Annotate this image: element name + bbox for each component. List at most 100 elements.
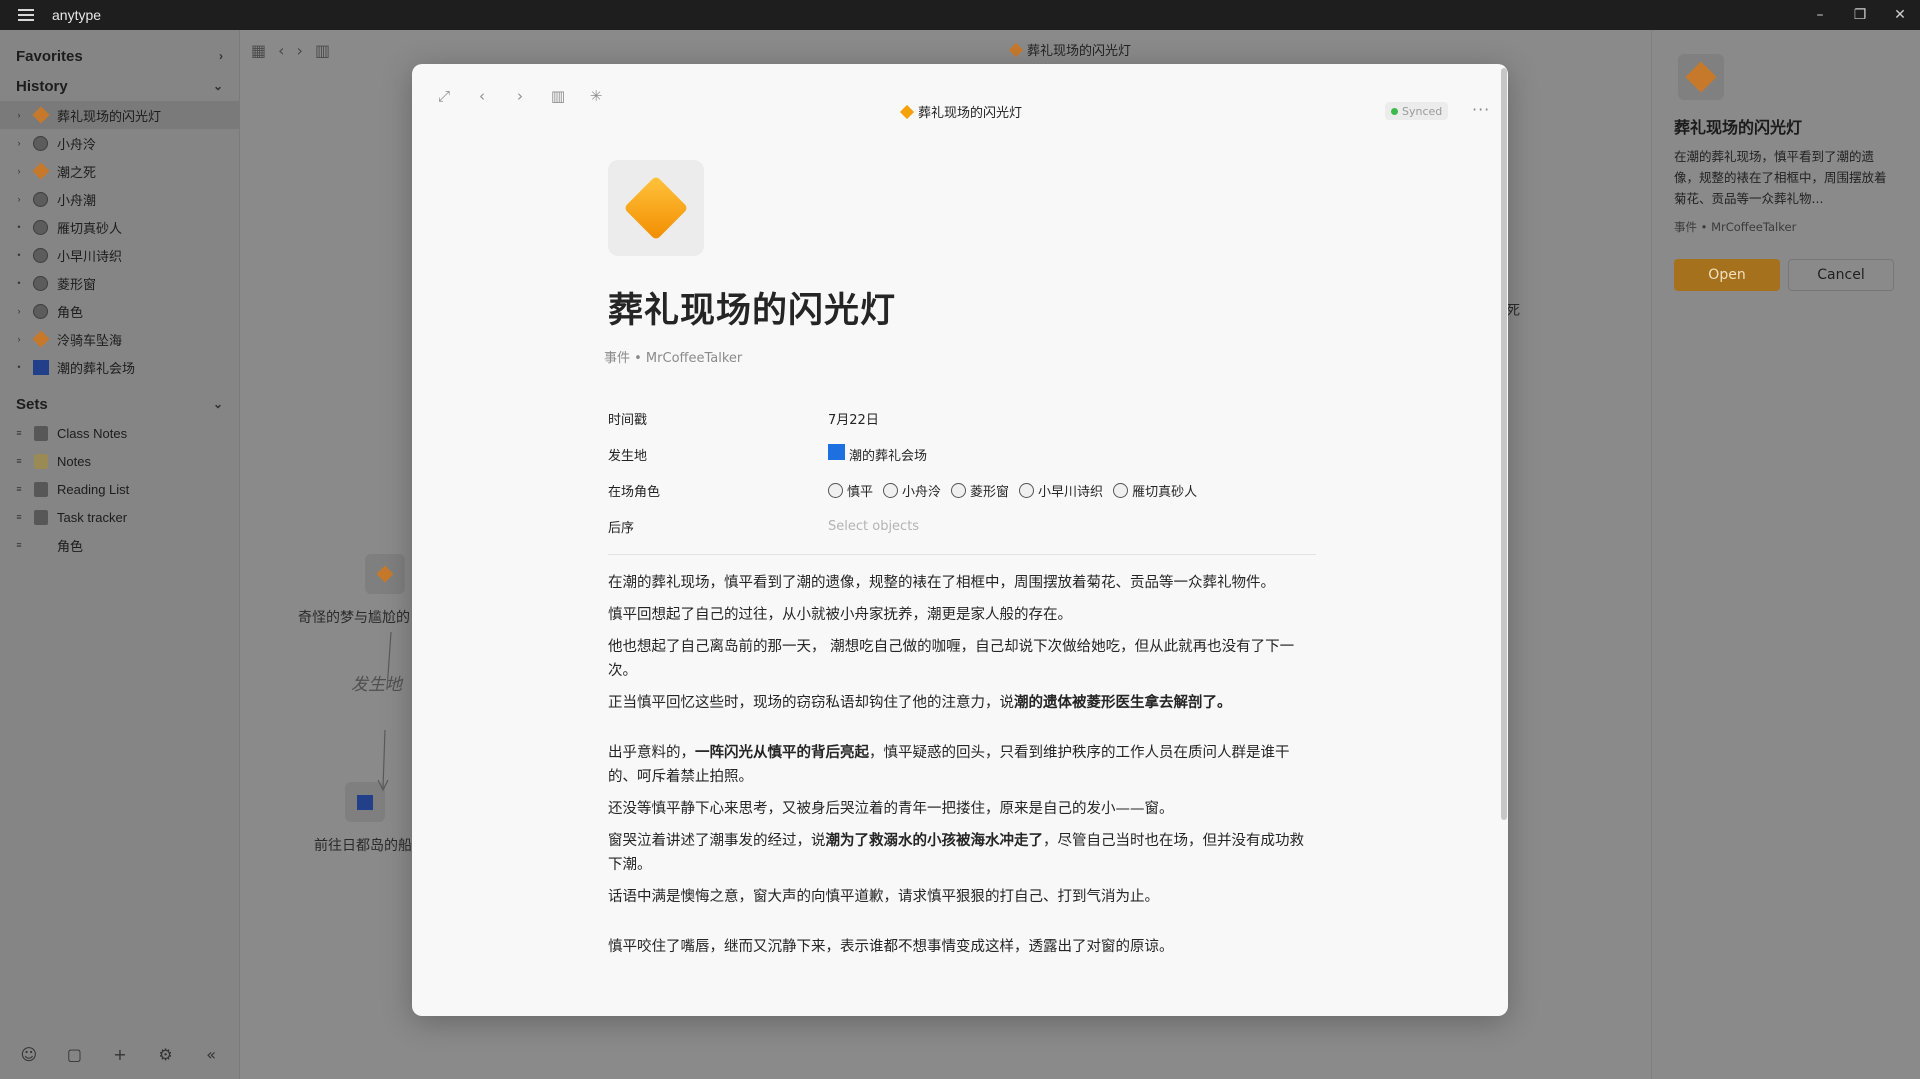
- paragraph[interactable]: 话语中满是懊悔之意，窗大声的向慎平道歉，请求慎平狠狠的打自己、打到气消为止。: [608, 885, 1318, 909]
- book-icon: [33, 425, 48, 441]
- back-icon[interactable]: ‹: [472, 86, 492, 106]
- expand-icon[interactable]: ⤢: [434, 86, 454, 106]
- sidebar-set-item[interactable]: ≡ Reading List: [0, 475, 239, 503]
- sidebar-history-item[interactable]: • 小早川诗织: [0, 241, 239, 269]
- sidebar-item-label: Notes: [57, 453, 91, 469]
- sidebar-history-item[interactable]: › 葬礼现场的闪光灯: [0, 101, 239, 129]
- back-icon[interactable]: ‹: [278, 41, 284, 60]
- history-header[interactable]: History ⌄: [0, 71, 239, 101]
- grid-icon[interactable]: ▦: [251, 41, 266, 60]
- sidebar-set-item[interactable]: ≡ Notes: [0, 447, 239, 475]
- divider: [608, 554, 1316, 555]
- restore-icon[interactable]: ❐: [1840, 0, 1880, 30]
- graph-node-event[interactable]: [365, 554, 405, 594]
- preview-panel: 葬礼现场的闪光灯 在潮的葬礼现场，慎平看到了潮的遗像，规整的裱在了相框中，周围摆…: [1651, 30, 1920, 1079]
- text-span: 正当慎平回忆这些时，现场的窃窃私语却钩住了他的注意力，说: [608, 695, 1014, 711]
- relation-value[interactable]: 7月22日: [828, 409, 879, 428]
- sidebar-item-label: 泠骑车坠海: [57, 332, 123, 348]
- sync-status-badge[interactable]: Synced: [1385, 102, 1449, 120]
- character-chip[interactable]: 雁切真砂人: [1113, 481, 1197, 500]
- profile-icon[interactable]: ☺: [19, 1044, 39, 1064]
- close-icon[interactable]: ✕: [1880, 0, 1920, 30]
- sidebar-history-item[interactable]: › 泠骑车坠海: [0, 325, 239, 353]
- open-button[interactable]: Open: [1674, 259, 1780, 291]
- bold-text: 潮的遗体被菱形医生拿去解剖了。: [1014, 695, 1232, 711]
- avatar-icon: [33, 247, 48, 263]
- expand-arrow-icon[interactable]: ›: [14, 306, 24, 316]
- sidebar-set-item[interactable]: ≡ Task tracker: [0, 503, 239, 531]
- document-meta: 事件 • MrCoffeeTalker: [604, 351, 743, 366]
- panel-icon[interactable]: ▥: [315, 41, 330, 60]
- sidebar-history-item[interactable]: › 角色: [0, 297, 239, 325]
- expand-arrow-icon[interactable]: ›: [14, 138, 24, 148]
- paragraph[interactable]: 窗哭泣着讲述了潮事发的经过，说潮为了救溺水的小孩被海水冲走了，尽管自己当时也在场…: [608, 829, 1318, 877]
- select-objects-placeholder[interactable]: Select objects: [828, 519, 919, 534]
- bullet-icon[interactable]: •: [14, 250, 24, 260]
- expand-arrow-icon[interactable]: ›: [14, 334, 24, 344]
- avatar-icon: [883, 482, 899, 498]
- document-title[interactable]: 葬礼现场的闪光灯: [608, 282, 1318, 333]
- character-chip[interactable]: 菱形窗: [951, 481, 1009, 500]
- bullet-icon[interactable]: •: [14, 362, 24, 372]
- main-title-text: 葬礼现场的闪光灯: [1027, 44, 1132, 59]
- plus-icon[interactable]: +: [110, 1044, 130, 1064]
- expand-arrow-icon[interactable]: ›: [14, 110, 24, 120]
- sidebar-toggle-icon[interactable]: ▥: [548, 86, 568, 106]
- menu-button[interactable]: [0, 9, 52, 21]
- collapse-icon[interactable]: «: [201, 1044, 221, 1064]
- character-name: 小早川诗织: [1038, 484, 1104, 500]
- paragraph[interactable]: 慎平咬住了嘴唇，继而又沉静下来，表示谁都不想事情变成这样，透露出了对窗的原谅。: [608, 935, 1318, 959]
- avatar-icon: [33, 135, 48, 151]
- relation-location[interactable]: 发生地 潮的葬礼会场: [608, 436, 1318, 472]
- gear-icon[interactable]: ⚙: [156, 1044, 176, 1064]
- scrollbar[interactable]: [1501, 68, 1507, 820]
- forward-icon[interactable]: ›: [510, 86, 530, 106]
- document-icon[interactable]: [608, 160, 704, 256]
- paragraph[interactable]: 慎平回想起了自己的过往，从小就被小舟家抚养，潮更是家人般的存在。: [608, 603, 1318, 627]
- expand-arrow-icon[interactable]: ›: [14, 194, 24, 204]
- bullet-icon[interactable]: •: [14, 278, 24, 288]
- sets-header[interactable]: Sets ⌄: [0, 389, 239, 419]
- character-chip[interactable]: 慎平: [828, 481, 873, 500]
- expand-arrow-icon[interactable]: ›: [14, 166, 24, 176]
- document-body[interactable]: 在潮的葬礼现场，慎平看到了潮的遗像，规整的裱在了相框中，周围摆放着菊花、贡品等一…: [608, 571, 1318, 959]
- paragraph[interactable]: 在潮的葬礼现场，慎平看到了潮的遗像，规整的裱在了相框中，周围摆放着菊花、贡品等一…: [608, 571, 1318, 595]
- character-name: 雁切真砂人: [1132, 484, 1198, 500]
- sidebar-history-item[interactable]: • 菱形窗: [0, 269, 239, 297]
- sidebar-history-item[interactable]: › 小舟潮: [0, 185, 239, 213]
- graph-edge-line: [377, 631, 392, 792]
- sidebar-set-item[interactable]: ≡ Class Notes: [0, 419, 239, 447]
- relation-next[interactable]: 后序 Select objects: [608, 508, 1318, 544]
- favorites-header[interactable]: Favorites ›: [0, 41, 239, 71]
- forward-icon[interactable]: ›: [297, 41, 303, 60]
- sidebar: Favorites › History ⌄ › 葬礼现场的闪光灯 › 小舟泠 › 潮之死 ›…: [0, 30, 240, 1079]
- sidebar-history-item[interactable]: • 潮的葬礼会场: [0, 353, 239, 381]
- paragraph[interactable]: 出乎意料的，一阵闪光从慎平的背后亮起，慎平疑惑的回头，只看到维护秩序的工作人员在…: [608, 741, 1318, 789]
- character-chip[interactable]: 小舟泠: [883, 481, 941, 500]
- preview-icon: [1678, 54, 1724, 100]
- sidebar-set-item[interactable]: ≡ 角色: [0, 531, 239, 559]
- sidebar-history-item[interactable]: • 雁切真砂人: [0, 213, 239, 241]
- sidebar-item-label: 角色: [57, 538, 84, 554]
- graph-icon[interactable]: ✳: [586, 86, 606, 106]
- avatar-icon: [1019, 482, 1035, 498]
- sidebar-history-item[interactable]: › 潮之死: [0, 157, 239, 185]
- relation-value[interactable]: 潮的葬礼会场: [828, 444, 927, 464]
- paragraph[interactable]: 还没等慎平静下心来思考，又被身后哭泣着的青年一把搂住，原来是自己的发小——窗。: [608, 797, 1318, 821]
- paragraph[interactable]: 他也想起了自己离岛前的那一天， 潮想吃自己做的咖喱，自己却说下次做给她吃，但从此…: [608, 635, 1318, 683]
- more-button[interactable]: ···: [1472, 100, 1490, 119]
- sidebar-item-label: 角色: [57, 304, 84, 320]
- relation-characters[interactable]: 在场角色 慎平 小舟泠 菱形窗 小早川诗织 雁切真砂人: [608, 472, 1318, 508]
- modal-header-title-text: 葬礼现场的闪光灯: [917, 106, 1022, 121]
- preview-title: 葬礼现场的闪光灯: [1674, 118, 1803, 137]
- relation-timestamp[interactable]: 时间戳 7月22日: [608, 400, 1318, 436]
- bullet-icon[interactable]: •: [14, 222, 24, 232]
- relation-value[interactable]: 慎平 小舟泠 菱形窗 小早川诗织 雁切真砂人: [828, 481, 1197, 500]
- cancel-button[interactable]: Cancel: [1788, 259, 1894, 291]
- minimize-icon[interactable]: –: [1800, 0, 1840, 30]
- paragraph[interactable]: 正当慎平回忆这些时，现场的窃窃私语却钩住了他的注意力，说潮的遗体被菱形医生拿去解…: [608, 691, 1318, 715]
- sidebar-history-item[interactable]: › 小舟泠: [0, 129, 239, 157]
- favorites-label: Favorites: [16, 47, 83, 65]
- widget-icon[interactable]: ▢: [64, 1044, 84, 1064]
- character-chip[interactable]: 小早川诗织: [1019, 481, 1103, 500]
